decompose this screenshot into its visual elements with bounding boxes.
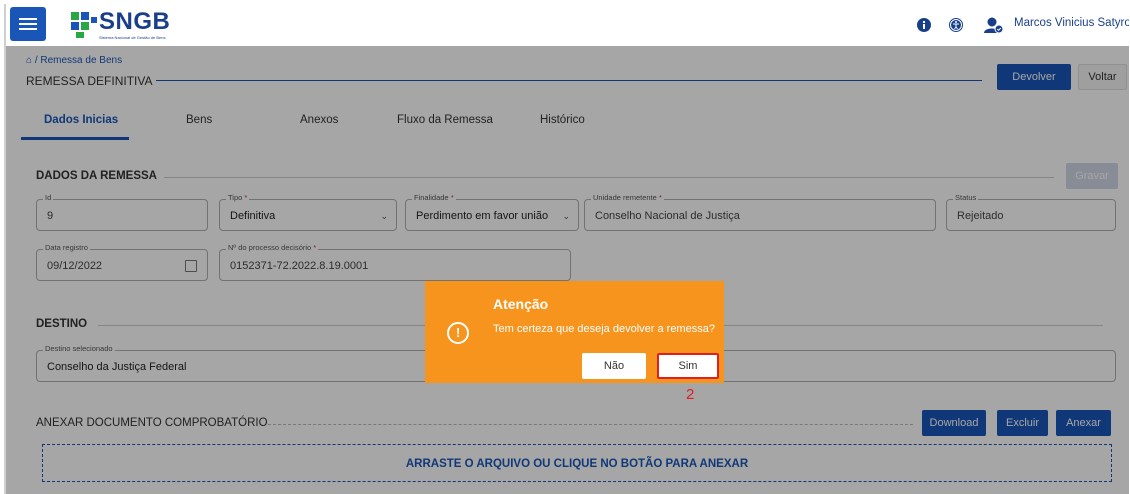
tab-bens[interactable]: Bens: [186, 114, 212, 126]
calendar-icon[interactable]: [185, 260, 197, 272]
logo-text: SNGB: [99, 8, 171, 35]
tab-anexos[interactable]: Anexos: [300, 114, 338, 126]
processo-field[interactable]: Nº do processo decisório * 0152371-72.20…: [219, 243, 571, 281]
section-divider: [164, 177, 1054, 178]
app-frame: SNGB Sistema Nacional de Gestão de Bens …: [4, 4, 1129, 494]
section-title-destino: DESTINO: [36, 318, 88, 330]
accessibility-icon[interactable]: [948, 17, 964, 33]
logo-subtitle: Sistema Nacional de Gestão de Bens: [99, 35, 166, 40]
chevron-down-icon: ⌄: [562, 211, 570, 221]
menu-icon[interactable]: [10, 7, 46, 41]
breadcrumb-link[interactable]: / Remessa de Bens: [35, 55, 122, 66]
status-field[interactable]: Status Rejeitado: [946, 193, 1116, 231]
dropzone-text: ARRASTE O ARQUIVO OU CLIQUE NO BOTÃO PAR…: [405, 458, 749, 470]
home-icon[interactable]: ⌂: [26, 55, 32, 66]
unidade-remetente-field[interactable]: Unidade remetente * Conselho Nacional de…: [584, 193, 936, 231]
top-bar: SNGB Sistema Nacional de Gestão de Bens …: [6, 4, 1129, 46]
section-title-dados: DADOS DA REMESSA: [36, 170, 157, 182]
finalidade-select[interactable]: Finalidade * Perdimento em favor união ⌄: [405, 193, 579, 231]
unidade-label: Unidade remetente *: [591, 193, 664, 202]
destino-value: Conselho da Justiça Federal: [47, 361, 187, 373]
data-registro-label: Data registro: [43, 243, 90, 252]
confirm-dialog: ! Atenção Tem certeza que deseja devolve…: [425, 281, 724, 383]
yes-button[interactable]: Sim: [657, 353, 719, 379]
step-annotation: 2: [686, 386, 695, 403]
dialog-message: Tem certeza que deseja devolver a remess…: [493, 323, 715, 335]
data-registro-field[interactable]: Data registro 09/12/2022: [36, 243, 208, 281]
voltar-button[interactable]: Voltar: [1078, 64, 1127, 90]
chevron-down-icon: ⌄: [380, 211, 388, 221]
devolver-button[interactable]: Devolver: [997, 64, 1071, 90]
user-name[interactable]: Marcos Vinicius Satyro C...: [1014, 17, 1129, 29]
data-registro-value: 09/12/2022: [47, 260, 103, 272]
no-button[interactable]: Não: [582, 353, 646, 379]
user-avatar-icon[interactable]: [984, 16, 1004, 34]
page-title: REMESSA DEFINITIVA: [26, 74, 153, 88]
info-icon[interactable]: [916, 17, 932, 33]
processo-value: 0152371-72.2022.8.19.0001: [230, 260, 369, 272]
page-header: ⌂ / Remessa de Bens REMESSA DEFINITIVA D…: [6, 46, 1129, 98]
processo-label: Nº do processo decisório *: [226, 243, 319, 252]
tab-historico[interactable]: Histórico: [540, 114, 585, 126]
active-tab-indicator: [21, 137, 129, 140]
tab-bar: Dados Inicias Bens Anexos Fluxo da Remes…: [6, 100, 1129, 140]
anexar-button[interactable]: Anexar: [1056, 410, 1111, 436]
tipo-value: Definitiva: [230, 210, 276, 222]
status-label: Status: [953, 193, 979, 202]
id-value: 9: [47, 210, 54, 222]
tab-dados-iniciais[interactable]: Dados Inicias: [44, 114, 118, 126]
dialog-title: Atenção: [493, 296, 549, 312]
warning-icon: !: [447, 322, 469, 344]
finalidade-label: Finalidade *: [412, 193, 456, 202]
section-title-anexar: ANEXAR DOCUMENTO COMPROBATÓRIO: [36, 417, 268, 429]
unidade-value: Conselho Nacional de Justiça: [595, 210, 740, 222]
id-label: Id: [43, 193, 54, 202]
gravar-button[interactable]: Gravar: [1066, 163, 1118, 189]
id-field[interactable]: Id 9: [36, 193, 208, 231]
tab-fluxo-remessa[interactable]: Fluxo da Remessa: [397, 114, 493, 126]
file-dropzone[interactable]: ARRASTE O ARQUIVO OU CLIQUE NO BOTÃO PAR…: [42, 444, 1112, 482]
excluir-button[interactable]: Excluir: [997, 410, 1048, 436]
download-button[interactable]: Download: [922, 410, 986, 436]
tipo-select[interactable]: Tipo * Definitiva ⌄: [219, 193, 397, 231]
destino-label: Destino selecionado: [43, 344, 115, 353]
finalidade-value: Perdimento em favor união: [416, 210, 549, 222]
section-divider: [268, 424, 913, 425]
breadcrumb: ⌂ / Remessa de Bens: [26, 55, 122, 66]
tipo-label: Tipo *: [226, 193, 250, 202]
status-value: Rejeitado: [957, 210, 1004, 222]
title-divider: [156, 80, 982, 81]
